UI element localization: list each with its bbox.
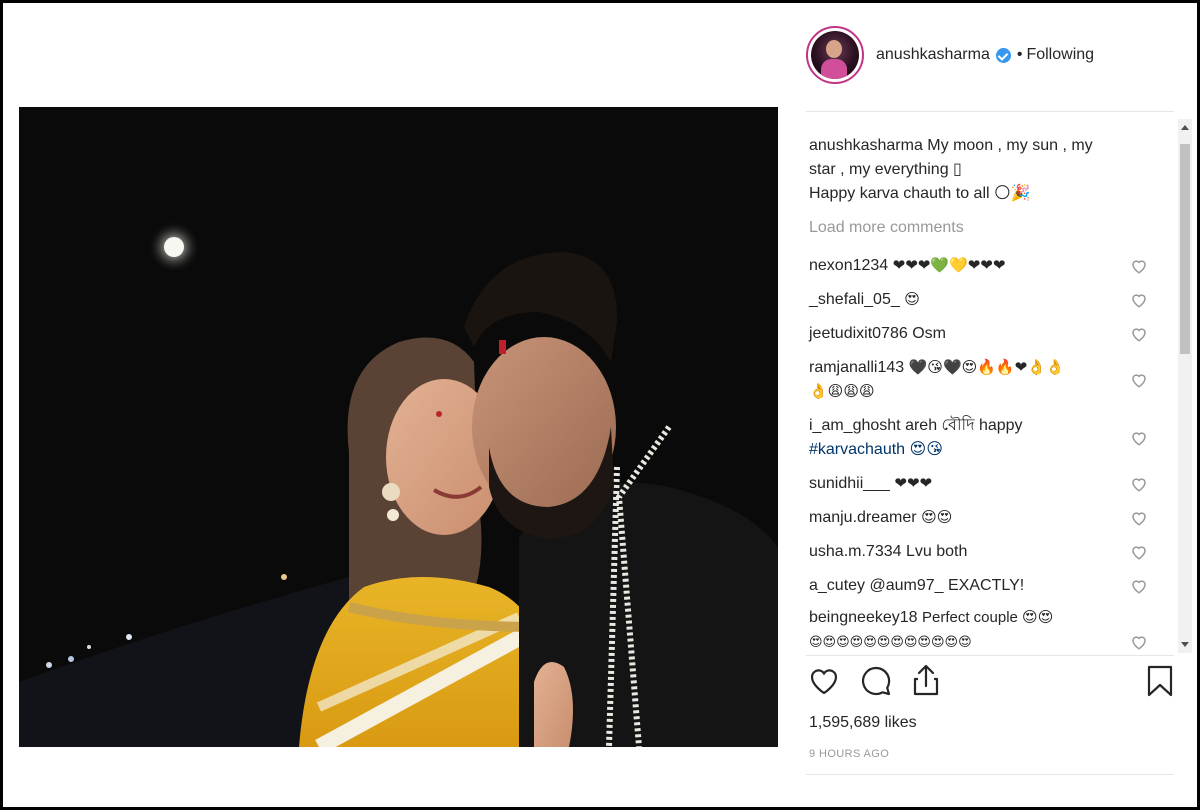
actions-divider [806, 655, 1174, 656]
comment-like-heart-icon[interactable] [1130, 509, 1148, 527]
comment-text: ❤❤❤💚💛❤❤❤ [892, 257, 1006, 274]
comment-row: usha.m.7334 Lvu both [809, 540, 1129, 564]
header-divider [806, 111, 1174, 112]
comment-like-heart-icon[interactable] [1130, 291, 1148, 309]
comment-text: Lvu both [905, 543, 968, 560]
comment-row: a_cutey @aum97_ EXACTLY! [809, 574, 1129, 598]
comment-like-heart-icon[interactable] [1130, 429, 1148, 447]
caption-line1: My moon , my sun , my [927, 137, 1093, 154]
share-icon[interactable] [908, 663, 944, 699]
comment-like-heart-icon[interactable] [1130, 577, 1148, 595]
caption-line3: Happy karva chauth to all 🌕🎉 [809, 185, 1031, 202]
comment-row: i_am_ghosht areh বৌদি happy #karvachauth… [809, 414, 1129, 462]
comments-scrollbar[interactable] [1178, 119, 1192, 653]
comment-like-heart-icon[interactable] [1130, 257, 1148, 275]
comment-username[interactable]: usha.m.7334 [809, 543, 902, 560]
comment-username[interactable]: a_cutey [809, 577, 865, 594]
comment-text: ❤❤❤ [894, 475, 933, 492]
comment-username[interactable]: ramjanalli143 [809, 359, 904, 376]
comment-text: 🖤😘🖤😍🔥🔥❤👌👌 [908, 359, 1065, 376]
comment-row: sunidhii___ ❤❤❤ [809, 472, 1129, 496]
caption-line2: star , my everything ▯ [809, 161, 962, 178]
comments-list[interactable]: anushkasharma My moon , my sun , my star… [806, 119, 1176, 653]
comment-row: nexon1234 ❤❤❤💚💛❤❤❤ [809, 254, 1129, 278]
bookmark-icon[interactable] [1142, 663, 1178, 699]
post-sidebar: anushkasharma • Following anushkasharma … [806, 3, 1192, 807]
likes-count[interactable]: 1,595,689 likes [809, 714, 917, 732]
comment-hashtag[interactable]: #karvachauth 😍😘 [809, 441, 943, 458]
scrollbar-thumb[interactable] [1180, 144, 1190, 354]
post-photo-illustration [19, 107, 778, 747]
post-header: anushkasharma • Following [806, 20, 1174, 90]
post-caption: anushkasharma My moon , my sun , my star… [809, 134, 1154, 206]
instagram-post-frame: anushkasharma • Following anushkasharma … [3, 3, 1197, 807]
post-timestamp[interactable]: 9 HOURS AGO [809, 748, 889, 760]
avatar-image [811, 31, 859, 79]
load-more-comments-button[interactable]: Load more comments [809, 219, 964, 237]
scroll-up-arrow-icon[interactable] [1181, 125, 1189, 130]
post-actions [806, 663, 1174, 707]
comment-row: beingneekey18 Perfect couple 😍😍 😍😍😍😍😍😍😍😍… [809, 606, 1139, 653]
comment-like-heart-icon[interactable] [1130, 325, 1148, 343]
bottom-divider [806, 774, 1174, 775]
heart-icon[interactable] [806, 663, 842, 699]
header-username[interactable]: anushkasharma [876, 46, 990, 64]
comment-username[interactable]: _shefali_05_ [809, 291, 900, 308]
comment-row: jeetudixit0786 Osm [809, 322, 1129, 346]
comment-like-heart-icon[interactable] [1130, 633, 1148, 651]
scroll-down-arrow-icon[interactable] [1181, 642, 1189, 647]
post-photo[interactable] [19, 107, 778, 747]
comment-text: @aum97_ EXACTLY! [869, 577, 1025, 594]
comment-row: ramjanalli143 🖤😘🖤😍🔥🔥❤👌👌 👌😩😩😩 [809, 356, 1129, 404]
comment-text: areh বৌদি happy [905, 417, 1023, 434]
comment-text: Osm [912, 325, 946, 342]
comment-username[interactable]: jeetudixit0786 [809, 325, 908, 342]
comment-text: 😍 [904, 291, 920, 308]
verified-badge-icon [995, 47, 1011, 63]
comment-icon[interactable] [858, 663, 894, 699]
comment-username[interactable]: beingneekey18 [809, 609, 918, 626]
comment-like-heart-icon[interactable] [1130, 371, 1148, 389]
comment-username[interactable]: nexon1234 [809, 257, 888, 274]
caption-username[interactable]: anushkasharma [809, 137, 923, 154]
comment-text-cont: 👌😩😩😩 [809, 383, 875, 400]
header-separator: • [1016, 46, 1023, 63]
comment-username[interactable]: manju.dreamer [809, 509, 917, 526]
comment-like-heart-icon[interactable] [1130, 475, 1148, 493]
comment-text: 😍😍 [921, 509, 953, 526]
avatar[interactable] [806, 26, 864, 84]
comment-row: _shefali_05_ 😍 [809, 288, 1129, 312]
following-button[interactable]: Following [1026, 46, 1094, 64]
comment-username[interactable]: i_am_ghosht [809, 417, 901, 434]
comment-username[interactable]: sunidhii___ [809, 475, 890, 492]
comment-row: manju.dreamer 😍😍 [809, 506, 1129, 530]
comment-text-cont: 😍😍😍😍😍😍😍😍😍😍😍😍 [809, 634, 972, 649]
comment-like-heart-icon[interactable] [1130, 543, 1148, 561]
comment-text: Perfect couple 😍😍 [922, 609, 1054, 626]
